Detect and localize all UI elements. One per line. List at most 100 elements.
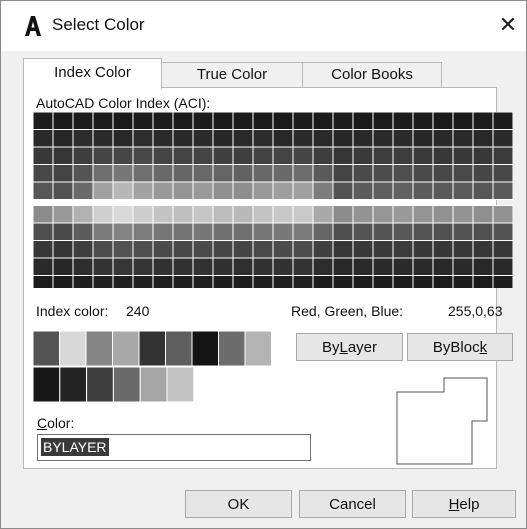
aci-color-swatch[interactable]	[332, 164, 354, 183]
aci-color-swatch[interactable]	[212, 129, 234, 148]
aci-color-swatch[interactable]	[232, 240, 254, 259]
help-button[interactable]: Help	[412, 490, 516, 518]
aci-color-swatch[interactable]	[152, 112, 174, 130]
aci-color-swatch[interactable]	[432, 181, 454, 200]
aci-color-swatch[interactable]	[492, 164, 513, 183]
aci-color-swatch[interactable]	[172, 112, 194, 130]
aci-color-swatch[interactable]	[212, 222, 234, 241]
ok-button[interactable]: OK	[185, 490, 292, 518]
aci-color-swatch[interactable]	[52, 164, 74, 183]
aci-color-swatch[interactable]	[352, 164, 374, 183]
aci-color-swatch[interactable]	[332, 181, 354, 200]
aci-color-swatch[interactable]	[492, 205, 513, 224]
aci-color-swatch[interactable]	[372, 129, 394, 148]
aci-color-swatch[interactable]	[232, 181, 254, 200]
aci-color-swatch[interactable]	[92, 222, 114, 241]
aci-color-swatch[interactable]	[112, 205, 134, 224]
aci-color-swatch[interactable]	[92, 275, 114, 289]
aci-color-swatch[interactable]	[212, 240, 234, 259]
aci-color-swatch[interactable]	[272, 181, 294, 200]
aci-color-swatch[interactable]	[312, 222, 334, 241]
aci-color-swatch[interactable]	[332, 257, 354, 276]
aci-color-swatch[interactable]	[72, 112, 94, 130]
aci-color-swatch[interactable]	[192, 164, 214, 183]
aci-color-swatch[interactable]	[432, 222, 454, 241]
aci-color-swatch[interactable]	[72, 257, 94, 276]
aci-color-swatch[interactable]	[492, 181, 513, 200]
aci-color-swatch[interactable]	[33, 257, 54, 276]
aci-color-swatch[interactable]	[452, 205, 474, 224]
aci-color-swatch[interactable]	[72, 129, 94, 148]
aci-color-swatch[interactable]	[312, 275, 334, 289]
aci-color-swatch[interactable]	[452, 181, 474, 200]
aci-color-swatch[interactable]	[452, 240, 474, 259]
aci-color-swatch[interactable]	[352, 112, 374, 130]
gray-shade-swatch[interactable]	[139, 367, 168, 402]
aci-color-swatch[interactable]	[152, 257, 174, 276]
aci-color-swatch[interactable]	[33, 275, 54, 289]
aci-color-swatch[interactable]	[252, 240, 274, 259]
aci-color-swatch[interactable]	[472, 222, 494, 241]
aci-color-swatch[interactable]	[92, 181, 114, 200]
aci-color-swatch[interactable]	[352, 146, 374, 165]
aci-color-swatch[interactable]	[392, 205, 414, 224]
aci-color-swatch[interactable]	[92, 112, 114, 130]
aci-color-swatch[interactable]	[312, 257, 334, 276]
aci-color-swatch[interactable]	[172, 129, 194, 148]
aci-color-swatch[interactable]	[192, 129, 214, 148]
aci-color-swatch[interactable]	[272, 240, 294, 259]
aci-color-swatch[interactable]	[33, 164, 54, 183]
aci-color-swatch[interactable]	[172, 275, 194, 289]
aci-color-swatch[interactable]	[392, 146, 414, 165]
aci-color-swatch[interactable]	[112, 240, 134, 259]
color-input-value[interactable]: BYLAYER	[41, 438, 109, 456]
aci-color-swatch[interactable]	[192, 112, 214, 130]
aci-color-swatch[interactable]	[152, 129, 174, 148]
aci-color-swatch[interactable]	[432, 275, 454, 289]
aci-color-swatch[interactable]	[252, 164, 274, 183]
gray-shade-swatch[interactable]	[86, 367, 114, 402]
aci-color-swatch[interactable]	[452, 112, 474, 130]
aci-color-swatch[interactable]	[172, 181, 194, 200]
aci-color-swatch[interactable]	[352, 240, 374, 259]
aci-color-swatch[interactable]	[432, 257, 454, 276]
aci-color-swatch[interactable]	[252, 275, 274, 289]
aci-color-swatch[interactable]	[232, 275, 254, 289]
aci-color-swatch[interactable]	[272, 275, 294, 289]
aci-color-swatch[interactable]	[472, 240, 494, 259]
aci-color-swatch[interactable]	[72, 164, 94, 183]
aci-color-swatch[interactable]	[312, 181, 334, 200]
aci-color-swatch[interactable]	[52, 146, 74, 165]
aci-color-swatch[interactable]	[292, 146, 314, 165]
aci-color-swatch[interactable]	[132, 164, 154, 183]
aci-color-swatch[interactable]	[332, 275, 354, 289]
aci-color-swatch[interactable]	[52, 240, 74, 259]
aci-color-swatch[interactable]	[392, 112, 414, 130]
aci-color-swatch[interactable]	[252, 181, 274, 200]
aci-color-swatch[interactable]	[192, 222, 214, 241]
aci-color-swatch[interactable]	[52, 181, 74, 200]
aci-color-swatch[interactable]	[232, 112, 254, 130]
aci-color-swatch[interactable]	[192, 181, 214, 200]
bylayer-button[interactable]: ByLayer	[296, 333, 403, 361]
aci-color-swatch[interactable]	[372, 181, 394, 200]
aci-color-swatch[interactable]	[112, 112, 134, 130]
aci-color-swatch[interactable]	[252, 112, 274, 130]
aci-color-swatch[interactable]	[232, 129, 254, 148]
aci-color-swatch[interactable]	[152, 275, 174, 289]
aci-color-swatch[interactable]	[452, 275, 474, 289]
aci-color-swatch[interactable]	[232, 205, 254, 224]
tab-index-color[interactable]: Index Color	[23, 58, 162, 89]
aci-color-swatch[interactable]	[412, 181, 434, 200]
tab-color-books[interactable]: Color Books	[302, 62, 442, 88]
aci-color-swatch[interactable]	[472, 181, 494, 200]
aci-color-swatch[interactable]	[412, 275, 434, 289]
aci-color-swatch[interactable]	[292, 240, 314, 259]
aci-color-swatch[interactable]	[72, 275, 94, 289]
aci-color-swatch[interactable]	[272, 222, 294, 241]
aci-color-swatch[interactable]	[172, 164, 194, 183]
aci-color-swatch[interactable]	[412, 222, 434, 241]
aci-color-swatch[interactable]	[192, 146, 214, 165]
aci-color-swatch[interactable]	[72, 205, 94, 224]
byblock-button[interactable]: ByBlock	[407, 333, 513, 361]
